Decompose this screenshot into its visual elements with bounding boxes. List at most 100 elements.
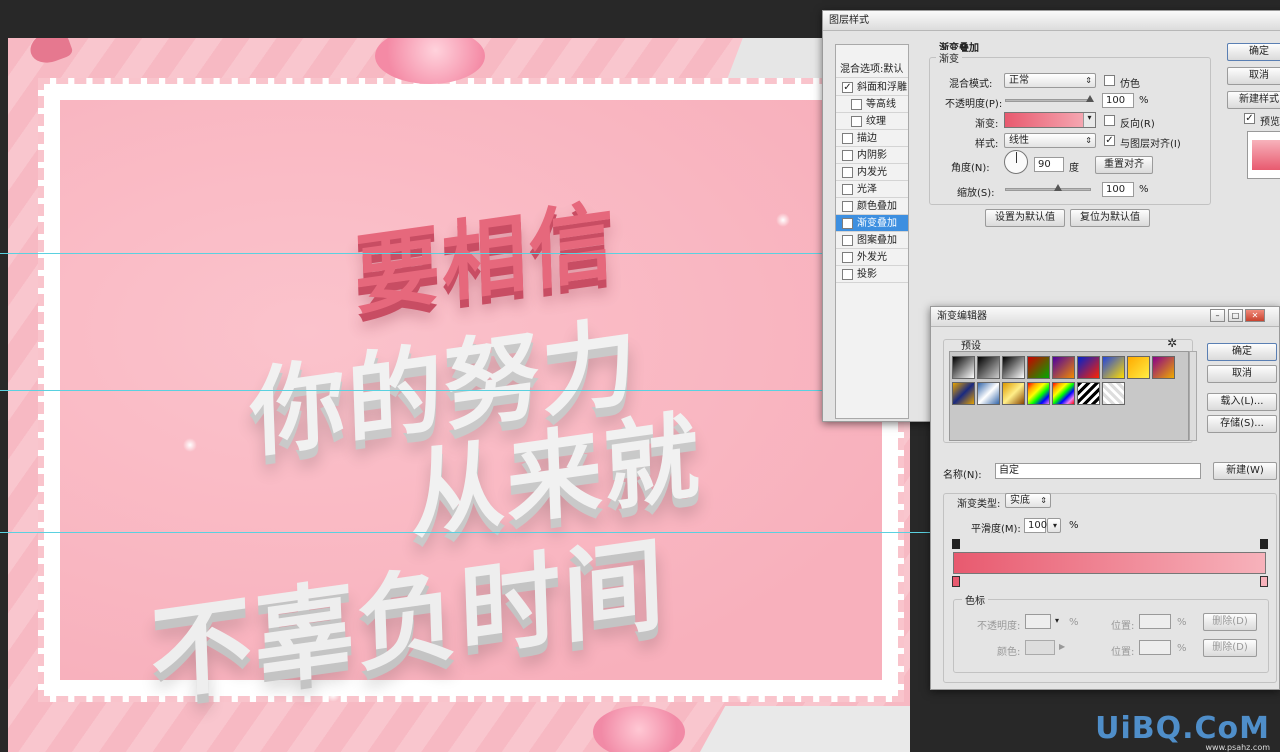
style-item-pattern-overlay[interactable]: 图案叠加 xyxy=(836,232,908,249)
color-stop-right[interactable] xyxy=(1260,576,1268,587)
stop-opacity-label: 不透明度: xyxy=(977,621,1021,632)
style-item-color-overlay[interactable]: 颜色叠加 xyxy=(836,198,908,215)
smoothness-input[interactable]: 100 xyxy=(1024,518,1047,533)
opacity-input[interactable]: 100 xyxy=(1102,93,1134,108)
gradient-name-input[interactable]: 自定 xyxy=(995,463,1201,479)
style-item-stroke[interactable]: 描边 xyxy=(836,130,908,147)
style-item-texture[interactable]: 纹理 xyxy=(836,113,908,130)
stop-location-input[interactable] xyxy=(1139,614,1171,629)
close-icon[interactable]: ✕ xyxy=(1245,309,1265,322)
set-default-button[interactable]: 设置为默认值 xyxy=(985,209,1065,227)
document-canvas[interactable]: 要相信 你的努力 从来就 不辜负时间 xyxy=(8,38,910,752)
style-preview-swatch xyxy=(1252,140,1280,170)
style-item-satin[interactable]: 光泽 xyxy=(836,181,908,198)
blend-options-item[interactable]: 混合选项:默认 xyxy=(836,61,908,78)
gradient-type-select[interactable]: 实底 ⇕ xyxy=(1005,493,1051,508)
checkbox[interactable] xyxy=(842,184,853,195)
gear-icon[interactable]: ✲ xyxy=(1167,336,1177,350)
checkbox[interactable] xyxy=(851,116,862,127)
dropdown-arrow-icon[interactable]: ▾ xyxy=(1083,113,1095,127)
checkbox[interactable] xyxy=(842,150,853,161)
style-item-outer-glow[interactable]: 外发光 xyxy=(836,249,908,266)
degree-unit: 度 xyxy=(1069,163,1079,174)
maximize-icon[interactable]: □ xyxy=(1228,309,1243,322)
style-item-inner-glow[interactable]: 内发光 xyxy=(836,164,908,181)
checkbox[interactable] xyxy=(842,269,853,280)
style-item-contour[interactable]: 等高线 xyxy=(836,96,908,113)
arrow-right-icon[interactable]: ▶ xyxy=(1059,642,1065,651)
smoothness-dropdown[interactable]: ▾ xyxy=(1047,518,1061,533)
preset-swatch[interactable] xyxy=(1152,356,1175,379)
checkbox[interactable] xyxy=(842,252,853,263)
preview-checkbox[interactable]: ✓ xyxy=(1244,113,1255,124)
preset-swatch[interactable] xyxy=(1002,382,1025,405)
preset-swatch[interactable] xyxy=(952,356,975,379)
dropdown-arrow-icon: ⇕ xyxy=(1085,76,1092,85)
checkbox[interactable] xyxy=(842,235,853,246)
angle-label: 角度(N): xyxy=(951,163,990,174)
new-style-button[interactable]: 新建样式 xyxy=(1227,91,1280,109)
preset-swatch[interactable] xyxy=(977,356,1000,379)
stop-opacity-input[interactable] xyxy=(1025,614,1051,629)
opacity-stop-right[interactable] xyxy=(1260,539,1268,549)
style-item-label: 渐变叠加 xyxy=(857,218,897,229)
dither-checkbox[interactable] xyxy=(1104,75,1115,86)
preset-swatch[interactable] xyxy=(1052,356,1075,379)
delete-color-stop-button[interactable]: 删除(D) xyxy=(1203,639,1257,657)
slider-knob[interactable] xyxy=(1054,184,1062,191)
dropdown-arrow-icon[interactable]: ▾ xyxy=(1055,616,1059,625)
reverse-checkbox[interactable] xyxy=(1104,115,1115,126)
slider-knob[interactable] xyxy=(1086,95,1094,102)
delete-opacity-stop-button[interactable]: 删除(D) xyxy=(1203,613,1257,631)
preset-swatch[interactable] xyxy=(952,382,975,405)
new-gradient-button[interactable]: 新建(W) xyxy=(1213,462,1277,480)
checkbox[interactable] xyxy=(842,167,853,178)
angle-dial[interactable] xyxy=(1004,150,1028,174)
stop-color-swatch[interactable] xyxy=(1025,640,1055,655)
gradient-preview[interactable]: ▾ xyxy=(1004,112,1096,128)
preset-swatch[interactable] xyxy=(1077,356,1100,379)
style-item-bevel[interactable]: ✓ 斜面和浮雕 xyxy=(836,79,908,96)
blend-mode-select[interactable]: 正常 ⇕ xyxy=(1004,73,1096,88)
preset-swatch[interactable] xyxy=(1102,356,1125,379)
stop-location-input[interactable] xyxy=(1139,640,1171,655)
scale-slider[interactable] xyxy=(1005,184,1091,191)
checkbox[interactable]: ✓ xyxy=(842,82,853,93)
blend-mode-value: 正常 xyxy=(1009,75,1029,86)
preset-swatch[interactable] xyxy=(1102,382,1125,405)
preset-swatch[interactable] xyxy=(1002,356,1025,379)
style-item-gradient-overlay[interactable]: ✓ 渐变叠加 xyxy=(836,215,908,232)
reset-alignment-button[interactable]: 重置对齐 xyxy=(1095,156,1153,174)
align-layer-checkbox[interactable]: ✓ xyxy=(1104,135,1115,146)
dither-label: 仿色 xyxy=(1120,79,1140,90)
color-stop-left[interactable] xyxy=(952,576,960,587)
opacity-slider[interactable] xyxy=(1005,95,1094,102)
ok-button[interactable]: 确定 xyxy=(1227,43,1280,61)
opacity-stop-left[interactable] xyxy=(952,539,960,549)
checkbox[interactable] xyxy=(851,99,862,110)
watermark-url: www.psahz.com xyxy=(1205,743,1270,752)
minimize-icon[interactable]: – xyxy=(1210,309,1225,322)
preset-swatch[interactable] xyxy=(1127,356,1150,379)
style-item-drop-shadow[interactable]: 投影 xyxy=(836,266,908,283)
cancel-button[interactable]: 取消 xyxy=(1207,365,1277,383)
preset-swatch[interactable] xyxy=(977,382,1000,405)
preset-swatch[interactable] xyxy=(1052,382,1075,405)
ok-button[interactable]: 确定 xyxy=(1207,343,1277,361)
preset-swatch[interactable] xyxy=(1027,356,1050,379)
presets-scrollbar[interactable] xyxy=(1189,351,1197,441)
checkbox[interactable] xyxy=(842,133,853,144)
checkbox[interactable] xyxy=(842,201,853,212)
angle-input[interactable]: 90 xyxy=(1034,157,1064,172)
load-button[interactable]: 载入(L)... xyxy=(1207,393,1277,411)
style-item-inner-shadow[interactable]: 内阴影 xyxy=(836,147,908,164)
preset-swatch[interactable] xyxy=(1027,382,1050,405)
preset-swatch[interactable] xyxy=(1077,382,1100,405)
scale-input[interactable]: 100 xyxy=(1102,182,1134,197)
save-button[interactable]: 存储(S)... xyxy=(1207,415,1277,433)
checkbox[interactable]: ✓ xyxy=(842,218,853,229)
reset-default-button[interactable]: 复位为默认值 xyxy=(1070,209,1150,227)
cancel-button[interactable]: 取消 xyxy=(1227,67,1280,85)
gradient-bar[interactable] xyxy=(953,552,1266,574)
style-select[interactable]: 线性 ⇕ xyxy=(1004,133,1096,148)
